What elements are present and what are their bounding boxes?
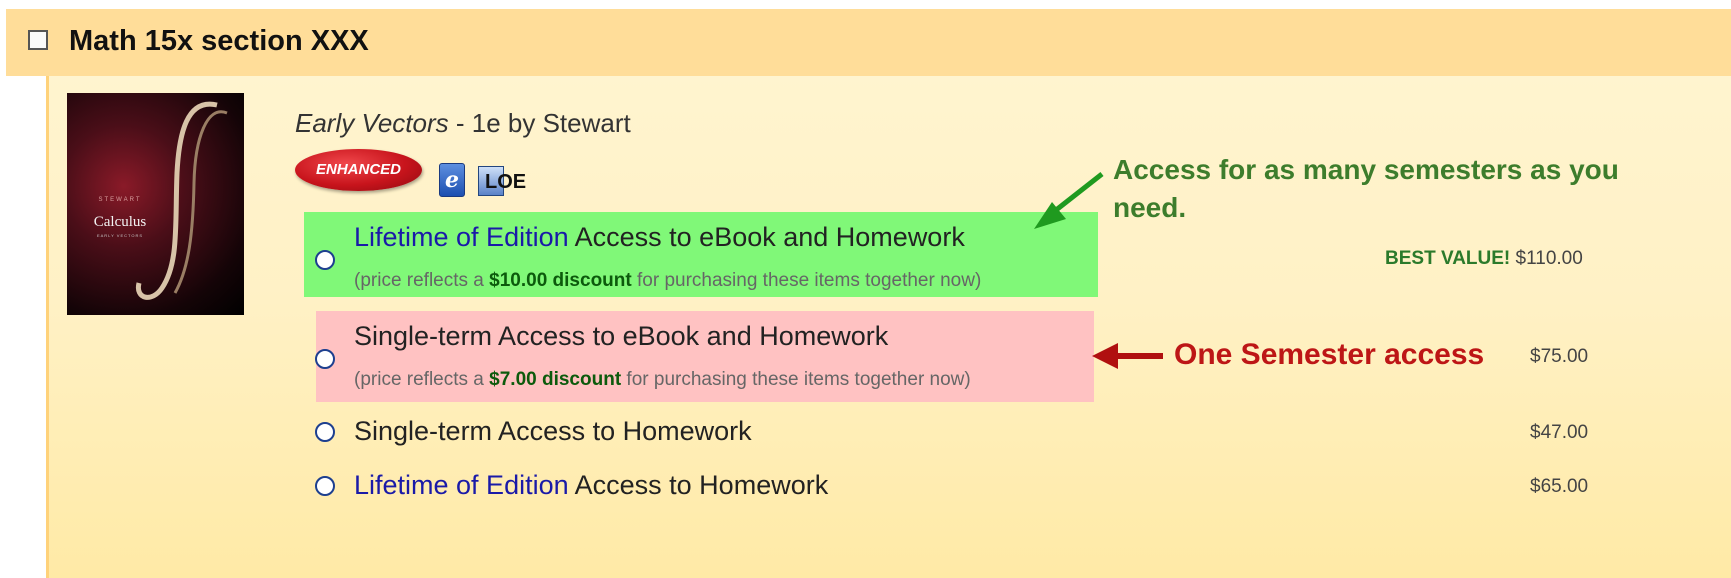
annotation-arrows (1034, 172, 1163, 369)
red-arrow-head (1092, 343, 1118, 369)
green-arrow-shaft (1049, 172, 1104, 216)
